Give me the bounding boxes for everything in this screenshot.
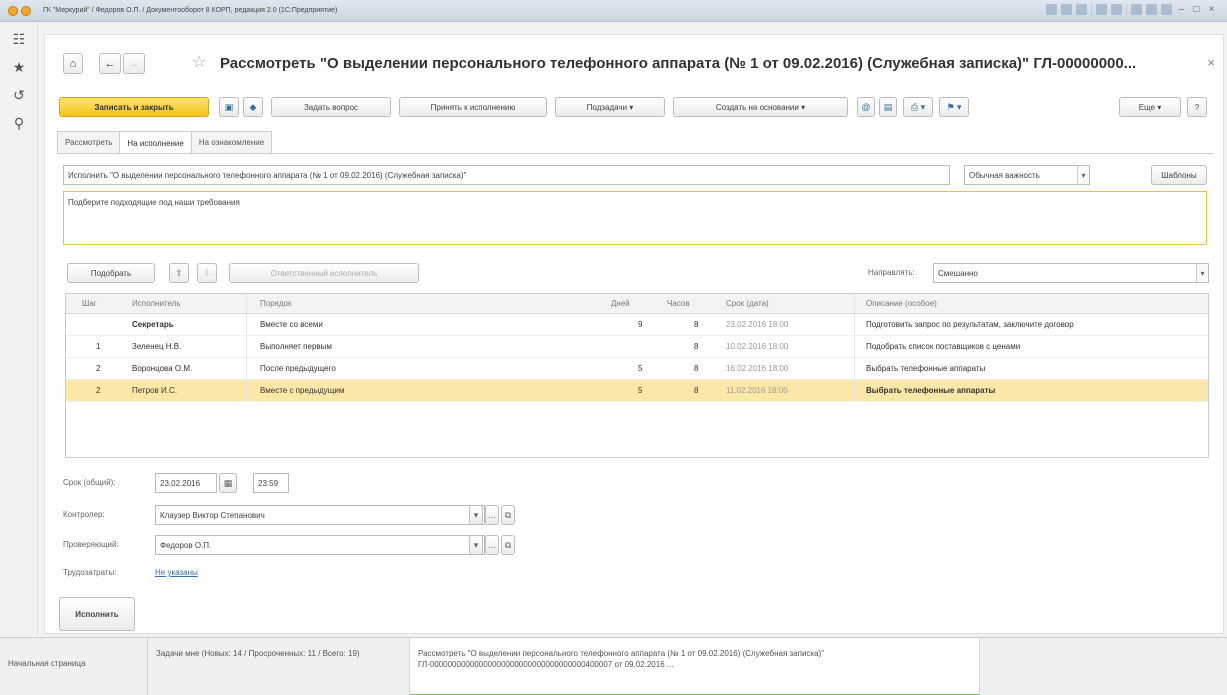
labor-link[interactable]: Не указаны xyxy=(155,568,198,577)
create-based-button[interactable]: Создать на основании ▾ xyxy=(673,97,848,117)
tool-icon[interactable] xyxy=(1046,4,1057,15)
task-form: ⌂ ← → ☆ Рассмотреть "О выделении персона… xyxy=(44,34,1224,634)
tool-icon[interactable] xyxy=(1076,4,1087,15)
chevron-down-icon[interactable]: ▾ xyxy=(1077,166,1089,184)
taskbar-my-tasks[interactable]: Задачи мне (Новых: 14 / Просроченных: 11… xyxy=(148,638,410,695)
tool-icon[interactable] xyxy=(1161,4,1172,15)
tab-execution[interactable]: На исполнение xyxy=(119,131,192,154)
close-window-icon[interactable]: × xyxy=(1206,4,1217,15)
left-panel: ☷ ★ ↺ ⚲ xyxy=(0,22,38,637)
execute-button[interactable]: Исполнить xyxy=(59,597,135,631)
taskbar-current-task[interactable]: Рассмотреть "О выделении персонального т… xyxy=(410,638,980,695)
window-title: ГК "Меркурий" / Федоров О.П. / Документо… xyxy=(43,7,338,14)
ask-question-button[interactable]: Задать вопрос xyxy=(271,97,391,117)
history-icon[interactable]: ↺ xyxy=(0,84,38,106)
send-icon[interactable]: ◆ xyxy=(243,97,263,117)
back-button[interactable]: ← xyxy=(99,53,121,74)
menu-grid-icon[interactable]: ☷ xyxy=(0,28,38,50)
tool-icon[interactable] xyxy=(1131,4,1142,15)
taskbar-home[interactable]: Начальная страница xyxy=(0,638,148,695)
task-name-field[interactable]: Исполнить "О выделении персонального тел… xyxy=(63,165,950,185)
favorite-star-icon[interactable]: ☆ xyxy=(192,52,206,72)
tab-familiarization[interactable]: На ознакомление xyxy=(190,131,273,153)
window-titlebar: ГК "Меркурий" / Федоров О.П. / Документо… xyxy=(0,0,1227,22)
checker-label: Проверяющий: xyxy=(63,540,119,549)
open-link-icon[interactable]: ⧉ xyxy=(501,535,515,555)
table-row[interactable]: 1 Зеленец Н.В. Выполняет первым 8 10.02.… xyxy=(66,336,1208,358)
app-logo-icon xyxy=(8,5,31,16)
chevron-down-icon[interactable]: ▾ xyxy=(1196,264,1208,282)
col-description[interactable]: Описание (особое) xyxy=(866,299,937,308)
col-hours[interactable]: Часов xyxy=(667,299,690,308)
tool-icon[interactable] xyxy=(1146,4,1157,15)
maximize-icon[interactable]: □ xyxy=(1191,4,1202,15)
table-row[interactable]: 2 Воронцова О.М. После предыдущего 5 8 1… xyxy=(66,358,1208,380)
table-header: Шаг Исполнитель Порядок Дней Часов Срок … xyxy=(66,294,1208,314)
controller-label: Контролер: xyxy=(63,510,105,519)
minimize-icon[interactable]: – xyxy=(1176,4,1187,15)
titlebar-tools: – □ × xyxy=(1046,4,1217,15)
tab-review[interactable]: Рассмотреть xyxy=(57,131,121,153)
tool-icon[interactable] xyxy=(1061,4,1072,15)
col-due[interactable]: Срок (дата) xyxy=(726,299,769,308)
due-date-field[interactable]: 23.02.2016 xyxy=(155,473,217,493)
attach-icon[interactable]: @ xyxy=(857,97,875,117)
save-close-button[interactable]: Записать и закрыть xyxy=(59,97,209,117)
forward-button[interactable]: → xyxy=(123,53,145,74)
open-windows-bar: Начальная страница Задачи мне (Новых: 14… xyxy=(0,637,1227,695)
subtasks-button[interactable]: Подзадачи ▾ xyxy=(555,97,665,117)
accept-button[interactable]: Принять к исполнению xyxy=(399,97,547,117)
move-down-icon[interactable]: ⇩ xyxy=(197,263,217,283)
responsible-executor-button[interactable]: Ответственный исполнитель xyxy=(229,263,419,283)
chevron-down-icon[interactable]: ▾ xyxy=(469,535,483,555)
favorites-star-icon[interactable]: ★ xyxy=(0,56,38,78)
importance-select[interactable]: Обычная важность ▾ xyxy=(964,165,1090,185)
due-time-field[interactable]: 23:59 xyxy=(253,473,289,493)
help-button[interactable]: ? xyxy=(1187,97,1207,117)
search-icon[interactable]: ⚲ xyxy=(0,112,38,134)
executors-table: Шаг Исполнитель Порядок Дней Часов Срок … xyxy=(65,293,1209,458)
chevron-down-icon[interactable]: ▾ xyxy=(469,505,483,525)
open-link-icon[interactable]: ⧉ xyxy=(501,505,515,525)
home-button[interactable]: ⌂ xyxy=(63,53,83,74)
controller-field[interactable]: Клаузер Виктор Степанович xyxy=(155,505,485,525)
table-row[interactable]: Секретарь Вместе со всеми 9 8 23.02.2016… xyxy=(66,314,1208,336)
templates-button[interactable]: Шаблоны xyxy=(1151,165,1207,185)
print-icon[interactable]: ⎙ ▾ xyxy=(903,97,933,117)
direct-select[interactable]: Смешанно ▾ xyxy=(933,263,1209,283)
task-description-field[interactable]: Подберите подходящие под наши требования xyxy=(63,191,1207,245)
flag-icon[interactable]: ⚑ ▾ xyxy=(939,97,969,117)
labor-label: Трудозатраты: xyxy=(63,568,117,577)
col-executor[interactable]: Исполнитель xyxy=(132,299,181,308)
select-ellipsis-icon[interactable]: … xyxy=(485,535,499,555)
report-icon[interactable]: ▤ xyxy=(879,97,897,117)
tab-bar: Рассмотреть На исполнение На ознакомлени… xyxy=(57,131,273,154)
close-icon[interactable]: × xyxy=(1207,55,1215,70)
tool-icon[interactable] xyxy=(1111,4,1122,15)
direct-label: Направлять: xyxy=(868,268,915,277)
tool-icon[interactable] xyxy=(1096,4,1107,15)
save-icon[interactable]: ▣ xyxy=(219,97,239,117)
checker-field[interactable]: Федоров О.П. xyxy=(155,535,485,555)
table-row-selected[interactable]: 2 Петров И.С. Вместе с предыдущим 5 8 11… xyxy=(66,380,1208,402)
col-order[interactable]: Порядок xyxy=(260,299,292,308)
due-label: Срок (общий): xyxy=(63,478,116,487)
col-step[interactable]: Шаг xyxy=(82,299,97,308)
select-ellipsis-icon[interactable]: … xyxy=(485,505,499,525)
move-up-icon[interactable]: ⇧ xyxy=(169,263,189,283)
page-title: Рассмотреть "О выделении персонального т… xyxy=(220,55,1137,72)
pick-button[interactable]: Подобрать xyxy=(67,263,155,283)
col-days[interactable]: Дней xyxy=(611,299,630,308)
calendar-icon[interactable]: ▦ xyxy=(219,473,237,493)
more-button[interactable]: Еще ▾ xyxy=(1119,97,1181,117)
